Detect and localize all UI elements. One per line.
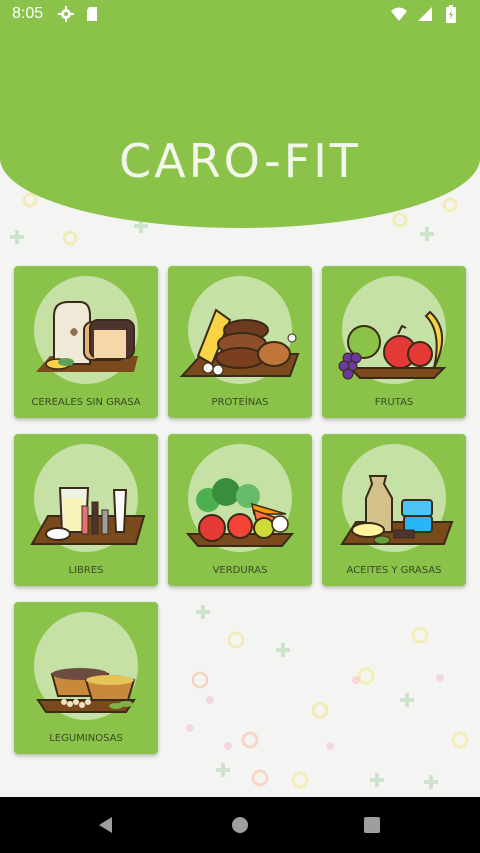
category-label: LEGUMINOSAS <box>49 733 123 744</box>
bread-icon <box>34 276 138 384</box>
meat-cheese-icon <box>179 276 300 384</box>
status-time: 8:05 <box>12 5 44 22</box>
category-label: FRUTAS <box>374 397 414 408</box>
wifi-icon <box>390 5 408 23</box>
oils-icon <box>340 444 454 552</box>
drinks-icon <box>30 444 146 552</box>
signal-icon <box>416 5 434 23</box>
category-card-verduras[interactable]: VERDURAS <box>168 434 312 586</box>
category-label: VERDURAS <box>212 565 268 576</box>
legumes-icon <box>34 612 138 720</box>
category-card-cereales[interactable]: CEREALES SIN GRASA <box>14 266 158 418</box>
category-grid: CEREALES SIN GRASA PROTEÍNAS FRUTAS LIBR… <box>14 266 466 754</box>
vegetables-icon <box>185 444 295 552</box>
category-card-proteinas[interactable]: PROTEÍNAS <box>168 266 312 418</box>
fruit-icon <box>338 276 447 384</box>
category-label: LIBRES <box>68 565 104 576</box>
recents-icon[interactable] <box>358 811 386 839</box>
category-card-frutas[interactable]: FRUTAS <box>322 266 466 418</box>
back-icon[interactable] <box>92 811 120 839</box>
home-icon[interactable] <box>226 811 254 839</box>
sd-card-icon <box>83 5 101 23</box>
category-label: CEREALES SIN GRASA <box>31 397 141 408</box>
app-title: CARO-FIT <box>119 134 361 188</box>
settings-icon <box>57 5 75 23</box>
category-card-leguminosas[interactable]: LEGUMINOSAS <box>14 602 158 754</box>
status-bar: 8:05 <box>0 0 480 28</box>
category-card-aceites[interactable]: ACEITES Y GRASAS <box>322 434 466 586</box>
category-label: ACEITES Y GRASAS <box>346 565 442 576</box>
category-label: PROTEÍNAS <box>211 397 269 408</box>
header-banner <box>0 0 480 228</box>
navigation-bar <box>0 797 480 853</box>
category-card-libres[interactable]: LIBRES <box>14 434 158 586</box>
battery-icon <box>442 5 460 23</box>
